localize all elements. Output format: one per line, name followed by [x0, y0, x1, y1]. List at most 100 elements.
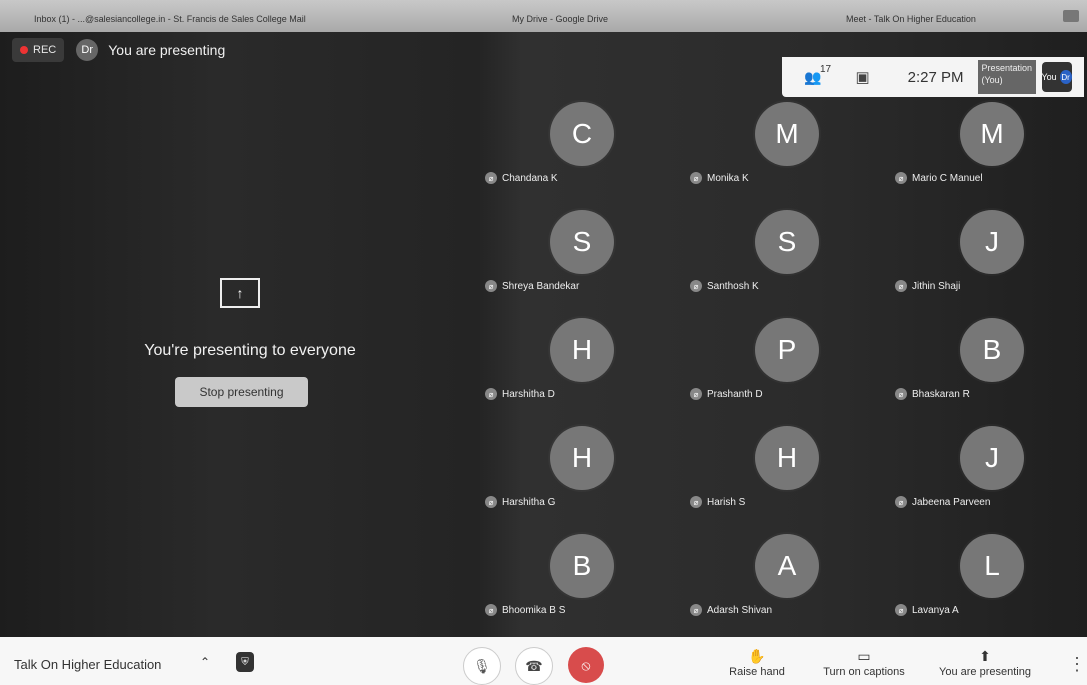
participant-avatar: B [550, 534, 614, 598]
participant-name: Shreya Bandekar [502, 280, 580, 292]
participant-label: ⌀ Bhaskaran R [895, 388, 970, 400]
participant-avatar: A [755, 534, 819, 598]
participant-label: ⌀ Prashanth D [690, 388, 763, 400]
participant-label: ⌀ Lavanya A [895, 604, 959, 616]
participant-tile[interactable]: C ⌀ Chandana K [480, 102, 680, 192]
raise-hand-button[interactable]: ✋ Raise hand [722, 648, 792, 678]
participant-tile[interactable]: S ⌀ Santhosh K [685, 210, 885, 300]
browser-tab-strip: Inbox (1) - ...@salesiancollege.in - St.… [0, 0, 1087, 32]
mic-off-icon: ⌀ [895, 496, 907, 508]
participant-tile[interactable]: M ⌀ Monika K [685, 102, 885, 192]
presentation-tile[interactable]: Presentation (You) [977, 60, 1036, 94]
mic-off-icon: ⌀ [485, 604, 497, 616]
participant-label: ⌀ Harshitha G [485, 496, 555, 508]
people-icon[interactable]: 👥 17 [804, 64, 831, 86]
tab-meet[interactable]: Meet - Talk On Higher Education [846, 14, 976, 24]
participant-label: ⌀ Bhoomika B S [485, 604, 565, 616]
participant-tile[interactable]: L ⌀ Lavanya A [890, 534, 1087, 624]
tab-mail[interactable]: Inbox (1) - ...@salesiancollege.in - St.… [34, 14, 306, 24]
participant-tile[interactable]: H ⌀ Harish S [685, 426, 885, 516]
mic-off-icon: ⌀ [690, 496, 702, 508]
participant-name: Jabeena Parveen [912, 496, 991, 508]
participant-tile[interactable]: M ⌀ Mario C Manuel [890, 102, 1087, 192]
camera-off-button[interactable]: ⦸ [568, 647, 604, 683]
mic-off-icon: ⌀ [895, 280, 907, 292]
participant-tile[interactable]: S ⌀ Shreya Bandekar [480, 210, 680, 300]
meeting-time: 2:27 PM [907, 68, 964, 86]
participant-label: ⌀ Harish S [690, 496, 745, 508]
participant-name: Harshitha D [502, 388, 555, 400]
mic-off-icon: ⌀ [690, 604, 702, 616]
participant-tile[interactable]: A ⌀ Adarsh Shivan [685, 534, 885, 624]
participant-avatar: H [550, 318, 614, 382]
bottom-control-bar: Talk On Higher Education ⌃ ⛨ 🎙 ☎ ⦸ ✋ Rai… [0, 637, 1087, 685]
presenting-button[interactable]: ⬆ You are presenting [930, 648, 1040, 678]
leave-call-button[interactable]: ☎ [515, 647, 553, 685]
participant-tile[interactable]: J ⌀ Jithin Shaji [890, 210, 1087, 300]
participant-label: ⌀ Adarsh Shivan [690, 604, 772, 616]
chat-icon[interactable]: ▣ [855, 68, 869, 86]
participant-label: ⌀ Shreya Bandekar [485, 280, 579, 292]
chevron-up-icon[interactable]: ⌃ [200, 655, 210, 669]
more-options-icon[interactable]: ⋮ [1068, 654, 1086, 675]
microphone-button[interactable]: 🎙 [463, 647, 501, 685]
participant-avatar: H [755, 426, 819, 490]
mic-off-icon: ⌀ [895, 604, 907, 616]
participant-name: Jithin Shaji [912, 280, 961, 292]
participant-tile[interactable]: P ⌀ Prashanth D [685, 318, 885, 408]
mic-off-icon: ⌀ [485, 172, 497, 184]
mic-off-icon: ⌀ [485, 280, 497, 292]
participant-count: 17 [820, 63, 832, 75]
participant-avatar: J [960, 426, 1024, 490]
participant-name: Santhosh K [707, 280, 759, 292]
participant-avatar: L [960, 534, 1024, 598]
participant-name: Bhaskaran R [912, 388, 970, 400]
participant-avatar: P [755, 318, 819, 382]
presenting-panel: ↑ You're presenting to everyone Stop pre… [0, 32, 480, 637]
meeting-info-widget: 👥 17 ▣ 2:27 PM Presentation (You) You Dr [782, 57, 1084, 97]
participant-avatar: J [960, 210, 1024, 274]
participant-label: ⌀ Jithin Shaji [895, 280, 960, 292]
participant-tile[interactable]: H ⌀ Harshitha G [480, 426, 680, 516]
meeting-stage: REC Dr You are presenting 👥 17 ▣ 2:27 PM … [0, 32, 1087, 637]
participant-name: Harshitha G [502, 496, 556, 508]
self-label: You [1041, 72, 1057, 82]
participant-label: ⌀ Monika K [690, 172, 749, 184]
mic-off-icon: ⌀ [690, 172, 702, 184]
participant-label: ⌀ Jabeena Parveen [895, 496, 990, 508]
participant-label: ⌀ Mario C Manuel [895, 172, 983, 184]
self-tile[interactable]: You Dr [1041, 62, 1072, 92]
participant-label: ⌀ Santhosh K [690, 280, 759, 292]
self-avatar: Dr [1059, 70, 1072, 84]
participant-avatar: M [960, 102, 1024, 166]
participant-tile[interactable]: H ⌀ Harshitha D [480, 318, 680, 408]
participant-avatar: C [550, 102, 614, 166]
captions-button[interactable]: ▭ Turn on captions [814, 648, 914, 678]
participant-name: Bhoomika B S [502, 604, 566, 616]
raise-hand-label: Raise hand [729, 666, 785, 678]
participant-avatar: B [960, 318, 1024, 382]
participant-avatar: M [755, 102, 819, 166]
participant-name: Lavanya A [912, 604, 959, 616]
participant-tile[interactable]: B ⌀ Bhoomika B S [480, 534, 680, 624]
camera-off-icon: ⦸ [581, 656, 591, 673]
participant-name: Mario C Manuel [912, 172, 983, 184]
present-icon: ⬆ [979, 648, 991, 664]
security-shield-icon[interactable]: ⛨ [236, 652, 254, 672]
stop-presenting-button[interactable]: Stop presenting [175, 377, 308, 407]
mic-off-icon: ⌀ [690, 280, 702, 292]
phone-hangup-icon: ☎ [525, 657, 543, 674]
participant-grid: C ⌀ Chandana K M ⌀ Monika K M ⌀ Mario C Manuel… [480, 102, 1087, 637]
participant-tile[interactable]: J ⌀ Jabeena Parveen [890, 426, 1087, 516]
participant-tile[interactable]: B ⌀ Bhaskaran R [890, 318, 1087, 408]
tab-drive[interactable]: My Drive - Google Drive [512, 14, 608, 24]
captions-label: Turn on captions [823, 666, 905, 678]
window-control-icon[interactable] [1063, 10, 1079, 22]
meeting-title[interactable]: Talk On Higher Education [14, 657, 161, 672]
participant-avatar: H [550, 426, 614, 490]
mic-icon: 🎙 [473, 657, 491, 674]
present-screen-icon: ↑ [220, 278, 260, 308]
participant-name: Monika K [707, 172, 749, 184]
participant-name: Harish S [707, 496, 746, 508]
participant-name: Prashanth D [707, 388, 763, 400]
